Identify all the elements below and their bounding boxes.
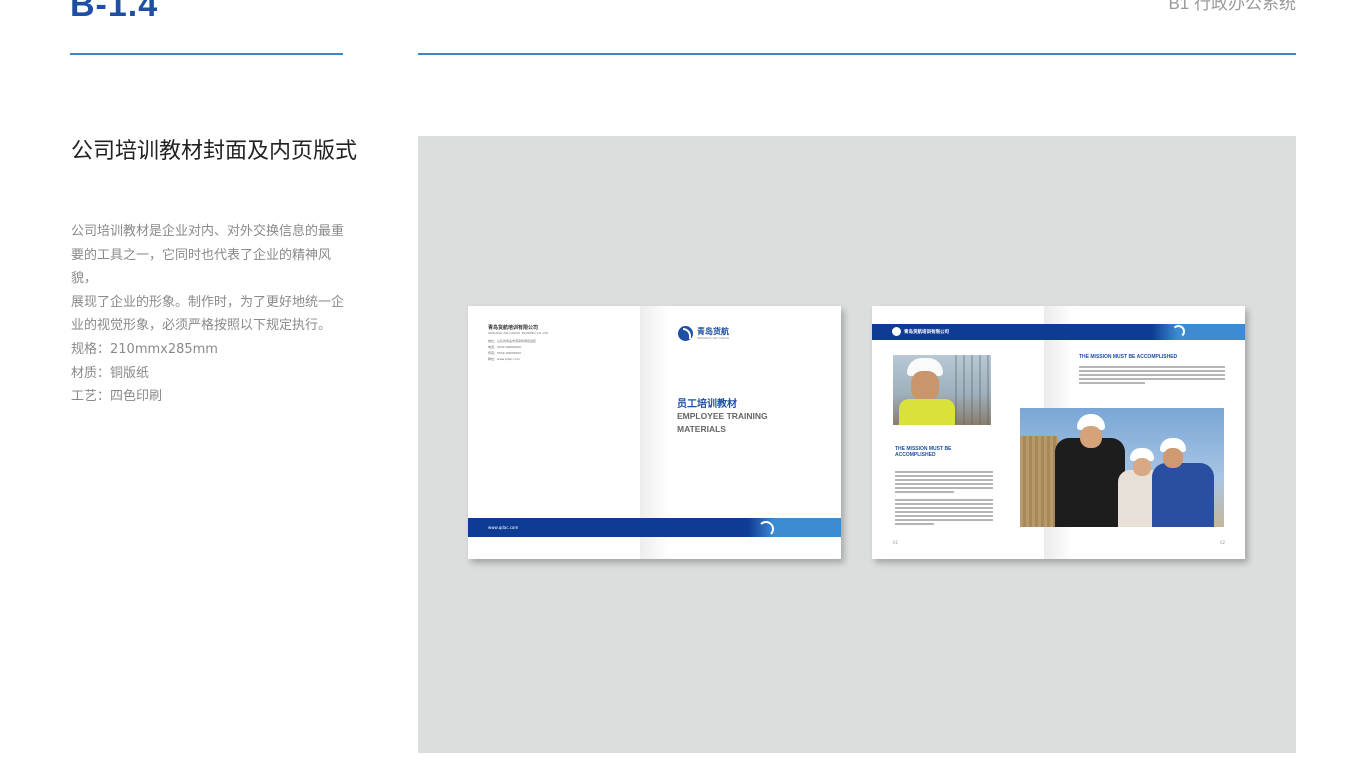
- cover-title-en: EMPLOYEE TRAINING MATERIALS: [677, 411, 768, 434]
- cover-url: www.qdac.com: [488, 525, 519, 530]
- team-photo: [1020, 408, 1224, 527]
- mission-heading: THE MISSION MUST BE ACCOMPLISHED: [895, 446, 952, 458]
- inner-company-name: 青岛货航培训有限公司: [904, 329, 949, 335]
- spec-size: 规格：210mmx285mm: [71, 342, 218, 357]
- back-info-line: 网址：www.qdac.com: [488, 357, 520, 361]
- header-rule-left: [70, 53, 343, 55]
- back-cover-info: 青岛货航培训有限公司 QINGDAO AIR CARGO TRAINING CO…: [488, 324, 548, 362]
- system-name: B1 行政办公系统: [1168, 0, 1296, 13]
- section-title: 公司培训教材封面及内页版式: [71, 139, 358, 164]
- logo-text-en: QINGDAO AIR CARGO: [697, 336, 730, 340]
- back-company-en: QINGDAO AIR CARGO TRAINING CO.,LTD: [488, 331, 549, 335]
- worker-photo: [893, 355, 991, 425]
- section-description: 公司培训教材是企业对内、对外交换信息的最重 要的工具之一，它同时也代表了企业的精…: [71, 220, 346, 338]
- spec-list: 规格：210mmx285mm 材质：铜版纸 工艺：四色印刷: [71, 338, 218, 409]
- spec-process: 工艺：四色印刷: [71, 389, 163, 404]
- description-line: 展现了企业的形象。制作时，为了更好地统一企: [71, 294, 345, 310]
- cover-spread: 青岛货航培训有限公司 QINGDAO AIR CARGO TRAINING CO…: [468, 306, 841, 559]
- body-text-block: [1079, 366, 1225, 386]
- cover-color-band: [468, 518, 841, 537]
- inner-brand-logo: 青岛货航培训有限公司: [892, 327, 949, 336]
- cover-title-cn: 员工培训教材: [677, 399, 737, 410]
- brand-logo: 青岛货航 QINGDAO AIR CARGO: [678, 326, 729, 341]
- description-line: 公司培训教材是企业对内、对外交换信息的最重: [71, 224, 345, 239]
- description-line: 业的视觉形象，必须严格按照以下规定执行。: [71, 318, 332, 333]
- description-line: 要的工具之一，它同时也代表了企业的精神风貌，: [71, 247, 332, 287]
- logo-text-cn: 青岛货航: [697, 327, 729, 336]
- logo-icon: [892, 327, 901, 336]
- spec-material: 材质：铜版纸: [71, 365, 150, 381]
- swirl-icon: [1172, 325, 1185, 338]
- header-rule-right: [418, 53, 1296, 55]
- back-company-name: 青岛货航培训有限公司: [488, 325, 539, 331]
- mission-heading: THE MISSION MUST BE ACCOMPLISHED: [1079, 354, 1178, 360]
- mockup-panel: 青岛货航培训有限公司 QINGDAO AIR CARGO TRAINING CO…: [418, 136, 1296, 753]
- page-code: B-1.4: [70, 0, 159, 24]
- page-number: 02: [1220, 540, 1226, 545]
- inner-spread: 青岛货航培训有限公司 THE MISSION MUST BE ACCOMPLIS…: [872, 306, 1245, 559]
- body-text-block: [895, 471, 993, 495]
- logo-icon: [678, 326, 693, 341]
- swirl-icon: [758, 521, 774, 537]
- page-number: 01: [893, 540, 899, 545]
- body-text-block: [895, 499, 993, 527]
